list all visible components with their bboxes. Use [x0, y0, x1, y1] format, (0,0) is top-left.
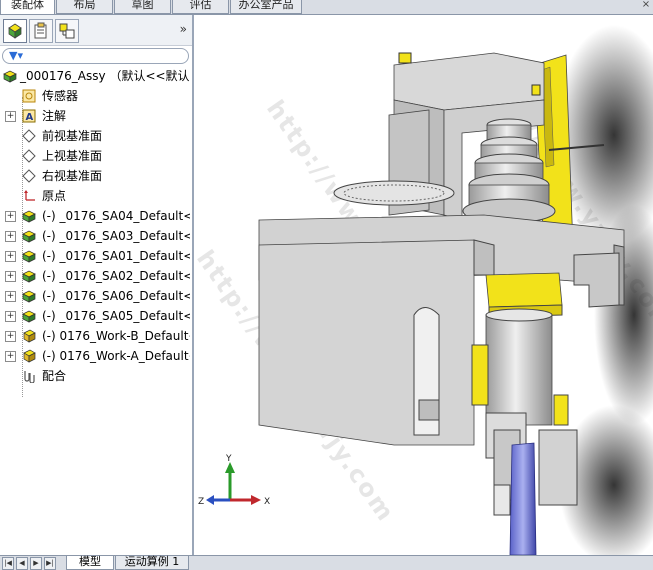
feature-manager-tab[interactable]: [3, 19, 27, 43]
expand-plus-icon[interactable]: +: [5, 271, 16, 282]
tree-item-label: (-) _0176_SA06_Default<1: [42, 289, 190, 303]
tree-item-origin[interactable]: 原点: [0, 187, 190, 205]
plane-icon: [22, 149, 36, 163]
tree-item-mates[interactable]: 配合: [0, 367, 190, 385]
filter-icon: ▼▾: [9, 49, 23, 62]
tree-item-sa02[interactable]: + (-) _0176_SA02_Default<1: [0, 267, 190, 285]
expand-plus-icon[interactable]: +: [5, 251, 16, 262]
graphics-viewport[interactable]: http://www.yzfjy.com http://www.yzfjy.co…: [194, 15, 653, 555]
expand-plus-icon[interactable]: +: [5, 351, 16, 362]
origin-icon: [24, 190, 35, 201]
tree-filter-field[interactable]: ▼▾: [2, 48, 189, 64]
tab-model[interactable]: 模型: [66, 556, 114, 570]
tree-item-label: 注解: [42, 109, 67, 123]
subassembly-icon: [22, 310, 36, 323]
subassembly-icon: [22, 210, 36, 223]
expand-plus-icon[interactable]: +: [5, 331, 16, 342]
tree-item-label: 前视基准面: [42, 129, 103, 143]
tree-item-label: (-) 0176_Work-A_Default<: [42, 349, 190, 363]
tree-item-label: 传感器: [42, 89, 79, 103]
expand-plus-icon[interactable]: +: [5, 211, 16, 222]
tree-item-sa01[interactable]: + (-) _0176_SA01_Default<1: [0, 247, 190, 265]
property-icon: [34, 22, 47, 39]
top-housing-part: [393, 52, 545, 111]
tree-item-front-plane[interactable]: 前视基准面: [0, 127, 190, 145]
first-tab-arrow-icon[interactable]: |◀: [2, 557, 14, 570]
feature-manager-toolbar: »: [0, 15, 192, 46]
tree-item-sa03[interactable]: + (-) _0176_SA03_Default<1: [0, 227, 190, 245]
prev-tab-arrow-icon[interactable]: ◀: [16, 557, 28, 570]
command-manager-tabs: 装配体 布局 草图 评估 办公室产品 ×: [0, 0, 653, 15]
tree-item-label: (-) _0176_SA04_Default<1: [42, 209, 190, 223]
expand-chevron-icon[interactable]: »: [180, 22, 187, 36]
blue-workpiece-part: [509, 442, 537, 555]
tree-item-sensors[interactable]: 传感器: [0, 87, 190, 105]
bottom-tab-bar: |◀ ◀ ▶ ▶| 模型 运动算例 1: [0, 555, 653, 570]
close-icon[interactable]: ×: [641, 0, 651, 10]
triad-x-label: X: [264, 497, 270, 507]
expand-plus-icon[interactable]: +: [5, 231, 16, 242]
assembly-icon: [3, 70, 17, 83]
tree-item-annotations[interactable]: + A 注解: [0, 107, 190, 125]
coordinate-triad: Y X Z: [198, 454, 270, 507]
tree-item-label: (-) 0176_Work-B_Default<: [42, 329, 190, 343]
tree-item-work-a[interactable]: + (-) 0176_Work-A_Default<: [0, 347, 190, 365]
plane-icon: [22, 169, 36, 183]
property-manager-tab[interactable]: [29, 19, 53, 43]
triad-z-label: Z: [198, 497, 204, 507]
tree-item-sa05[interactable]: + (-) _0176_SA05_Default<1: [0, 307, 190, 325]
tree-item-label: 右视基准面: [42, 169, 103, 183]
assembly-model-render: Y X Z: [198, 25, 653, 555]
part-icon: [23, 349, 36, 363]
next-tab-arrow-icon[interactable]: ▶: [30, 557, 42, 570]
tab-sketch[interactable]: 草图: [114, 0, 171, 14]
plane-icon: [22, 129, 36, 143]
tab-evaluate[interactable]: 评估: [172, 0, 229, 14]
yellow-actuator-part: [485, 272, 563, 308]
configuration-icon: [59, 23, 75, 39]
triad-y-label: Y: [225, 454, 232, 464]
expand-plus-icon[interactable]: +: [5, 111, 16, 122]
tree-item-label: (-) _0176_SA05_Default<1: [42, 309, 190, 323]
sensor-icon: [22, 89, 36, 103]
feature-manager-panel: » ▼▾ _000176_Assy （默认<<默认>_ 传感器 + A 注解 前…: [0, 15, 194, 555]
tree-item-label: 配合: [42, 369, 67, 383]
subassembly-icon: [22, 230, 36, 243]
tree-item-top-plane[interactable]: 上视基准面: [0, 147, 190, 165]
annotation-icon: A: [22, 109, 36, 123]
tree-item-label: (-) _0176_SA03_Default<1: [42, 229, 190, 243]
tree-item-right-plane[interactable]: 右视基准面: [0, 167, 190, 185]
subassembly-icon: [22, 270, 36, 283]
subassembly-icon: [22, 250, 36, 263]
tree-item-sa06[interactable]: + (-) _0176_SA06_Default<1: [0, 287, 190, 305]
tree-item-label: (-) _0176_SA01_Default<1: [42, 249, 190, 263]
svg-text:A: A: [26, 112, 34, 123]
last-tab-arrow-icon[interactable]: ▶|: [44, 557, 56, 570]
tree-item-sa04[interactable]: + (-) _0176_SA04_Default<1: [0, 207, 190, 225]
tab-motion-study[interactable]: 运动算例 1: [115, 556, 189, 570]
tree-item-work-b[interactable]: + (-) 0176_Work-B_Default<: [0, 327, 190, 345]
tree-root-assembly[interactable]: _000176_Assy （默认<<默认>_: [0, 67, 190, 85]
tree-item-label: 上视基准面: [42, 149, 103, 163]
part-icon: [23, 329, 36, 343]
mates-icon: [24, 371, 35, 383]
expand-plus-icon[interactable]: +: [5, 311, 16, 322]
feature-tree-icon: [8, 23, 22, 39]
tab-assembly[interactable]: 装配体: [0, 0, 55, 14]
tree-root-label: _000176_Assy （默认<<默认>_: [20, 69, 190, 83]
tab-office-products[interactable]: 办公室产品: [230, 0, 302, 14]
tree-item-label: (-) _0176_SA02_Default<1: [42, 269, 190, 283]
tab-layout[interactable]: 布局: [56, 0, 113, 14]
subassembly-icon: [22, 290, 36, 303]
tree-item-label: 原点: [42, 189, 67, 203]
configuration-manager-tab[interactable]: [55, 19, 79, 43]
expand-plus-icon[interactable]: +: [5, 291, 16, 302]
